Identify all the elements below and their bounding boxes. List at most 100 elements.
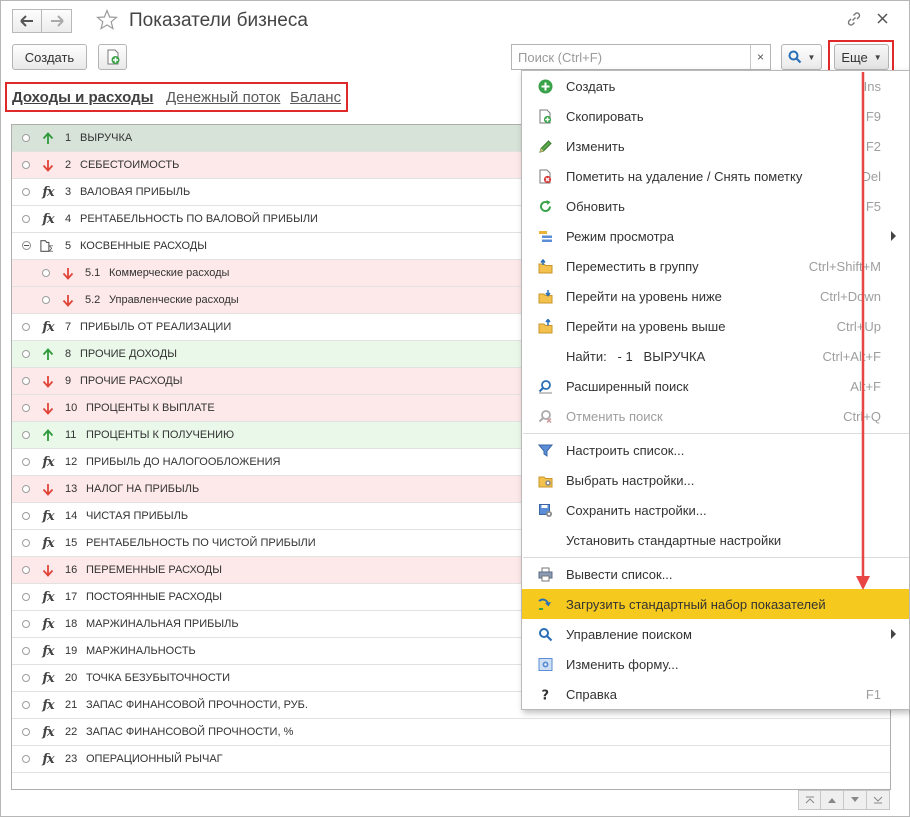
row-number: 20 [65, 672, 78, 684]
menu-separator [523, 557, 909, 558]
menu-item[interactable]: Сохранить настройки... [522, 495, 909, 525]
row-marker-icon [22, 755, 30, 763]
menu-item[interactable]: Изменить F2 [522, 131, 909, 161]
move-to-group-icon [537, 258, 553, 274]
menu-item-shortcut: Ins [863, 79, 881, 94]
link-icon[interactable] [846, 11, 862, 30]
row-name: ВЫРУЧКА [80, 132, 133, 144]
arrow-down-icon [40, 562, 56, 578]
menu-item[interactable]: Изменить форму... [522, 649, 909, 679]
row-number: 1 [65, 132, 72, 144]
row-marker-icon [22, 215, 30, 223]
menu-item[interactable]: Загрузить стандартный набор показателей [522, 589, 909, 619]
row-name: ЗАПАС ФИНАНСОВОЙ ПРОЧНОСТИ, % [86, 726, 294, 738]
menu-item[interactable]: Настроить список... [522, 435, 909, 465]
forward-button[interactable] [42, 9, 72, 33]
row-marker-icon [42, 269, 50, 277]
menu-item[interactable]: Обновить F5 [522, 191, 909, 221]
collapse-toggle[interactable] [22, 241, 31, 250]
menu-item[interactable]: Выбрать настройки... [522, 465, 909, 495]
tab-cash-flow[interactable]: Денежный поток [166, 89, 280, 106]
plus-circle-icon [537, 78, 553, 94]
choose-settings-icon [537, 472, 553, 488]
row-name: ПРИБЫЛЬ ДО НАЛОГООБЛОЖЕНИЯ [86, 456, 281, 468]
menu-item[interactable]: Вывести список... [522, 559, 909, 589]
svg-text:Σ: Σ [48, 244, 53, 253]
create-button[interactable]: Создать [12, 44, 87, 70]
row-marker-icon [22, 431, 30, 439]
menu-item-shortcut: Ctrl+Shift+M [808, 259, 881, 274]
row-name: ПРОЧИЕ РАСХОДЫ [80, 375, 183, 387]
menu-item[interactable]: Переместить в группу Ctrl+Shift+M [522, 251, 909, 281]
row-name: Коммерческие расходы [109, 267, 230, 279]
arrow-down-icon [40, 481, 56, 497]
menu-item-label: Перейти на уровень выше [566, 319, 726, 334]
scroll-up-button[interactable] [821, 790, 844, 810]
menu-item[interactable]: Управление поиском [522, 619, 909, 649]
copy-document-icon [107, 49, 119, 65]
row-name: ПРОЧИЕ ДОХОДЫ [80, 348, 177, 360]
row-name: КОСВЕННЫЕ РАСХОДЫ [80, 240, 207, 252]
more-button[interactable]: Еще ▼ [834, 44, 889, 70]
row-marker-icon [22, 701, 30, 709]
row-marker-icon [22, 404, 30, 412]
menu-item[interactable]: ? Справка F1 [522, 679, 909, 709]
scroll-top-button[interactable] [798, 790, 821, 810]
menu-item[interactable]: Пометить на удаление / Снять пометку Del [522, 161, 909, 191]
list-row[interactable]: fx 22 ЗАПАС ФИНАНСОВОЙ ПРОЧНОСТИ, % [12, 719, 890, 746]
menu-item-label: Справка [566, 687, 617, 702]
row-name: ПОСТОЯННЫЕ РАСХОДЫ [86, 591, 223, 603]
level-up-icon [537, 318, 553, 334]
menu-item[interactable]: Скопировать F9 [522, 101, 909, 131]
row-number: 5.1 [85, 267, 101, 279]
row-marker-icon [22, 485, 30, 493]
search-clear-button[interactable]: × [750, 45, 770, 69]
menu-item-shortcut: Ctrl+Alt+F [822, 349, 881, 364]
list-row[interactable]: fx 23 ОПЕРАЦИОННЫЙ РЫЧАГ [12, 746, 890, 773]
arrow-up-icon [40, 346, 56, 362]
search-input[interactable] [512, 45, 748, 69]
menu-item-label: Вывести список... [566, 567, 673, 582]
search-manage-icon [537, 626, 553, 642]
row-marker-icon [22, 593, 30, 601]
menu-item[interactable]: Расширенный поиск Alt+F [522, 371, 909, 401]
search-button[interactable]: ▼ [781, 44, 822, 70]
menu-item-shortcut: Ctrl+Down [819, 289, 881, 304]
row-name: МАРЖИНАЛЬНАЯ ПРИБЫЛЬ [86, 618, 239, 630]
favorite-star-icon[interactable] [95, 8, 119, 34]
function-fx-icon: fx [42, 184, 54, 200]
row-name: ЧИСТАЯ ПРИБЫЛЬ [86, 510, 189, 522]
row-number: 2 [65, 159, 72, 171]
close-icon[interactable] [877, 12, 888, 27]
row-marker-icon [22, 458, 30, 466]
menu-item-shortcut: Ctrl+Up [836, 319, 881, 334]
menu-item-label: Сохранить настройки... [566, 503, 707, 518]
row-marker-icon [22, 539, 30, 547]
row-marker-icon [22, 512, 30, 520]
row-number: 3 [65, 186, 72, 198]
menu-item[interactable]: Режим просмотра [522, 221, 909, 251]
row-number: 21 [65, 699, 78, 711]
back-button[interactable] [12, 9, 42, 33]
menu-item-label: Загрузить стандартный набор показателей [566, 597, 826, 612]
search-field[interactable]: × [511, 44, 771, 70]
scroll-bottom-button[interactable] [867, 790, 890, 810]
menu-item[interactable]: Перейти на уровень ниже Ctrl+Down [522, 281, 909, 311]
row-name: ОПЕРАЦИОННЫЙ РЫЧАГ [86, 753, 223, 765]
row-marker-icon [22, 323, 30, 331]
scroll-down-button[interactable] [844, 790, 867, 810]
tab-income-expenses[interactable]: Доходы и расходы [12, 89, 153, 106]
menu-item-label: Создать [566, 79, 616, 94]
copy-button[interactable] [98, 44, 127, 70]
menu-item[interactable]: Установить стандартные настройки [522, 525, 909, 555]
function-fx-icon: fx [42, 724, 54, 740]
form-icon [537, 656, 553, 672]
menu-item[interactable]: Создать Ins [522, 71, 909, 101]
tab-balance[interactable]: Баланс [290, 89, 341, 106]
row-name: ТОЧКА БЕЗУБЫТОЧНОСТИ [86, 672, 231, 684]
menu-item-shortcut: F2 [865, 139, 881, 154]
row-name: СЕБЕСТОИМОСТЬ [80, 159, 180, 171]
menu-item[interactable]: Перейти на уровень выше Ctrl+Up [522, 311, 909, 341]
refresh-icon [537, 198, 553, 214]
menu-item[interactable]: Найти: - 1 ВЫРУЧКА Ctrl+Alt+F [522, 341, 909, 371]
